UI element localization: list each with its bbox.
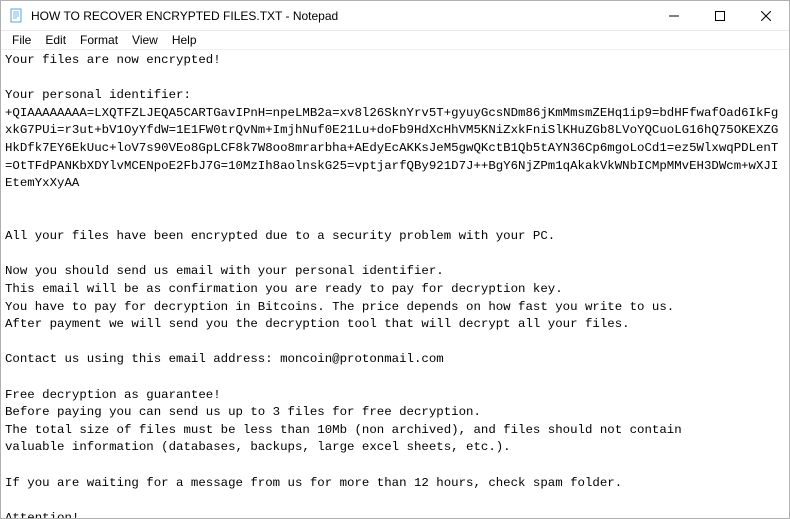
menu-view[interactable]: View <box>125 31 165 49</box>
content-area[interactable]: Your files are now encrypted! Your perso… <box>1 50 789 518</box>
window-controls <box>651 1 789 30</box>
window-title: HOW TO RECOVER ENCRYPTED FILES.TXT - Not… <box>31 9 651 23</box>
menu-file[interactable]: File <box>5 31 38 49</box>
notepad-icon <box>9 8 25 24</box>
titlebar: HOW TO RECOVER ENCRYPTED FILES.TXT - Not… <box>1 1 789 31</box>
maximize-button[interactable] <box>697 1 743 30</box>
menu-edit[interactable]: Edit <box>38 31 73 49</box>
minimize-button[interactable] <box>651 1 697 30</box>
menubar: File Edit Format View Help <box>1 31 789 50</box>
text-content[interactable]: Your files are now encrypted! Your perso… <box>5 52 785 518</box>
menu-format[interactable]: Format <box>73 31 125 49</box>
close-button[interactable] <box>743 1 789 30</box>
menu-help[interactable]: Help <box>165 31 204 49</box>
